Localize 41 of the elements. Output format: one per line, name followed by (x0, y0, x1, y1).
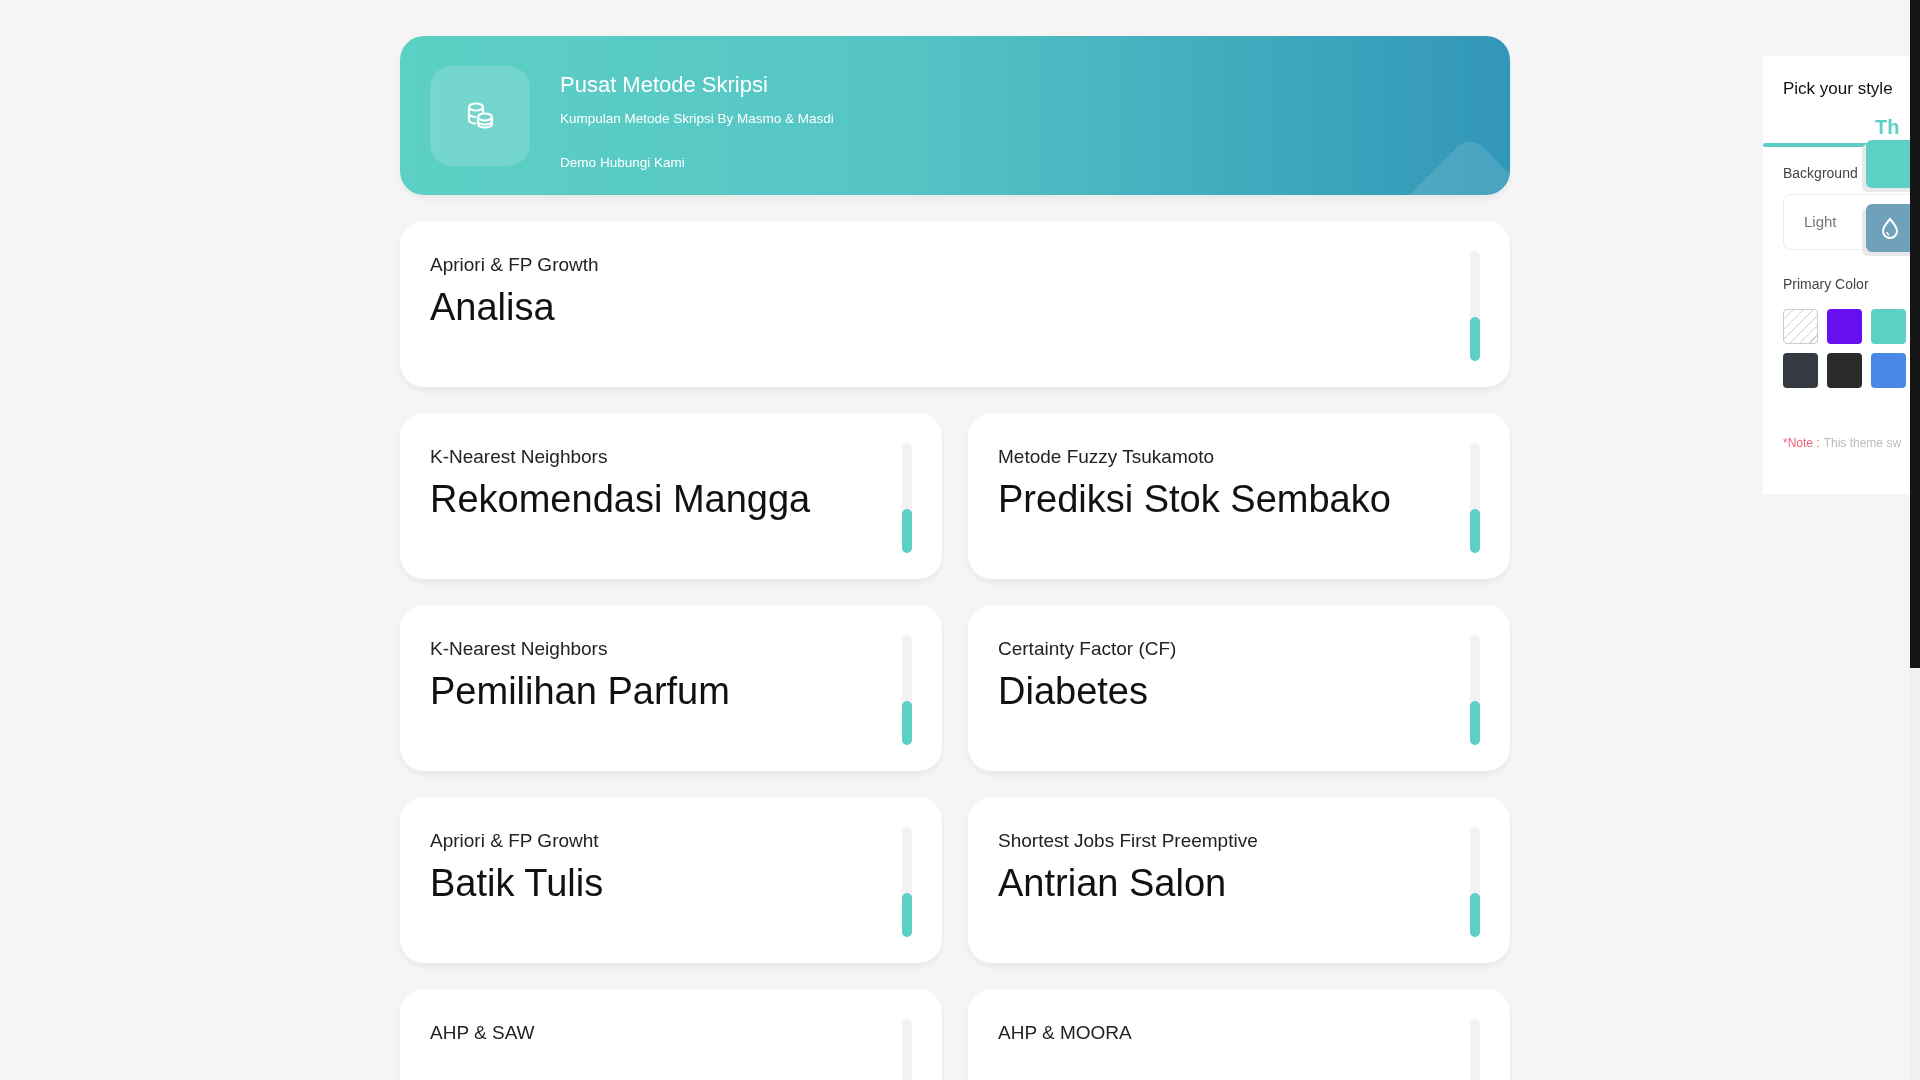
method-card[interactable]: K-Nearest Neighbors Pemilihan Parfum (400, 605, 942, 771)
panel-title: Pick your style (1783, 78, 1894, 100)
card-subtitle: Shortest Jobs First Preemptive (998, 829, 1258, 853)
card-title: Pemilihan Parfum (430, 669, 730, 714)
method-card[interactable]: Metode Fuzzy Tsukamoto Prediksi Stok Sembako (968, 413, 1510, 579)
header-title: Pusat Metode Skripsi (560, 71, 769, 99)
method-card[interactable]: Certainty Factor (CF) Diabetes (968, 605, 1510, 771)
card-title: Diabetes (998, 669, 1149, 714)
method-card[interactable]: Apriori & FP Growht Batik Tulis (400, 797, 942, 963)
method-card[interactable]: AHP & MOORA (968, 989, 1510, 1080)
header-subtitle: Kumpulan Metode Skripsi By Masmo & Masdi (560, 110, 834, 128)
color-swatch[interactable] (1871, 352, 1906, 388)
color-swatch[interactable] (1827, 352, 1862, 388)
coins-icon (465, 101, 495, 131)
card-subtitle: Apriori & FP Growht (430, 829, 600, 853)
note-text: This theme sw (1823, 434, 1902, 452)
card-title: Prediksi Stok Sembako (998, 477, 1391, 522)
method-card[interactable]: K-Nearest Neighbors Rekomendasi Mangga (400, 413, 942, 579)
droplet-icon (1881, 217, 1899, 239)
card-title: Batik Tulis (430, 861, 604, 906)
note-label: *Note : (1783, 434, 1820, 452)
scrollbar[interactable] (1910, 0, 1920, 1080)
method-card[interactable]: AHP & SAW (400, 989, 942, 1080)
primary-color-label: Primary Color (1783, 274, 1870, 294)
color-swatch[interactable] (1871, 308, 1906, 344)
card-title: Rekomendasi Mangga (430, 477, 811, 522)
color-swatch[interactable] (1783, 308, 1818, 344)
card-title: Antrian Salon (998, 861, 1228, 906)
method-card[interactable]: Shortest Jobs First Preemptive Antrian Salon (968, 797, 1510, 963)
card-subtitle: K-Nearest Neighbors (430, 637, 609, 661)
card-subtitle: AHP & MOORA (998, 1021, 1132, 1045)
color-swatch[interactable] (1827, 308, 1862, 344)
card-title: Analisa (430, 285, 556, 330)
method-card[interactable]: Apriori & FP Growth Analisa (400, 221, 1510, 387)
card-subtitle: Apriori & FP Growth (430, 253, 599, 277)
card-subtitle: Certainty Factor (CF) (998, 637, 1177, 661)
color-swatch[interactable] (1783, 352, 1818, 388)
card-subtitle: K-Nearest Neighbors (430, 445, 609, 469)
background-label: Background (1783, 163, 1859, 183)
card-subtitle: AHP & SAW (430, 1021, 535, 1045)
card-subtitle: Metode Fuzzy Tsukamoto (998, 445, 1216, 469)
